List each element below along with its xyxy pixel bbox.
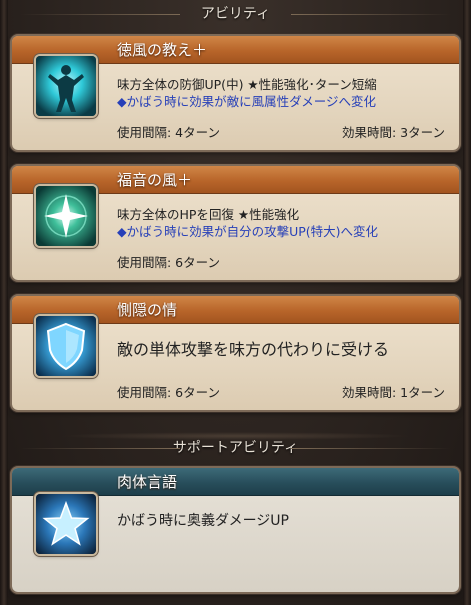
ability-effect-extra: ◆かばう時に効果が自分の攻撃UP(特大)へ変化 bbox=[117, 224, 379, 239]
star-icon bbox=[36, 494, 96, 554]
support-ability-name: 肉体言語 bbox=[117, 473, 178, 491]
ability-effect-extra: ◆かばう時に効果が敵に風属性ダメージへ変化 bbox=[117, 94, 376, 109]
ability-cooldown: 使用間隔: 4ターン bbox=[117, 125, 221, 140]
shield-icon bbox=[36, 316, 96, 376]
support-ability-effect: かばう時に奥義ダメージUP bbox=[117, 513, 289, 529]
glowing-figure-icon bbox=[36, 56, 96, 116]
frame-rail-right bbox=[463, 0, 471, 605]
ability-name: 惻隠の情 bbox=[117, 301, 178, 319]
section-header-abilities-label: アビリティ bbox=[200, 6, 271, 22]
frame-rail-left bbox=[0, 0, 8, 605]
ability-name: 徳風の教え＋ bbox=[117, 41, 208, 59]
ability-cooldown: 使用間隔: 6ターン bbox=[117, 255, 221, 270]
ability-card-3[interactable]: 惻隠の情 敵の単体攻撃を味方の代わりに受ける 使用間隔: 6ターン 効果時間: … bbox=[12, 296, 459, 410]
section-header-support-label: サポートアビリティ bbox=[172, 440, 299, 456]
section-header-abilities: アビリティ bbox=[0, 0, 471, 28]
support-title-bar bbox=[12, 468, 459, 496]
ability-card-2[interactable]: 福音の風＋ 味方全体のHPを回復 ★性能強化 ◆かばう時に効果が自分の攻撃UP(… bbox=[12, 166, 459, 280]
ability-effect: 敵の単体攻撃を味方の代わりに受ける bbox=[117, 340, 390, 359]
sparkle-star-icon bbox=[36, 186, 96, 246]
ability-name: 福音の風＋ bbox=[117, 171, 193, 189]
section-header-support: サポートアビリティ bbox=[0, 434, 471, 462]
ability-cooldown: 使用間隔: 6ターン bbox=[117, 385, 221, 400]
ability-duration: 効果時間: 1ターン bbox=[341, 385, 445, 400]
support-ability-card[interactable]: 肉体言語 かばう時に奥義ダメージUP bbox=[12, 468, 459, 592]
ability-card-1[interactable]: 徳風の教え＋ 味方全体の防御UP(中) ★性能強化･ターン短縮 ◆かばう時に効果… bbox=[12, 36, 459, 150]
ability-duration: 効果時間: 3ターン bbox=[341, 125, 445, 140]
